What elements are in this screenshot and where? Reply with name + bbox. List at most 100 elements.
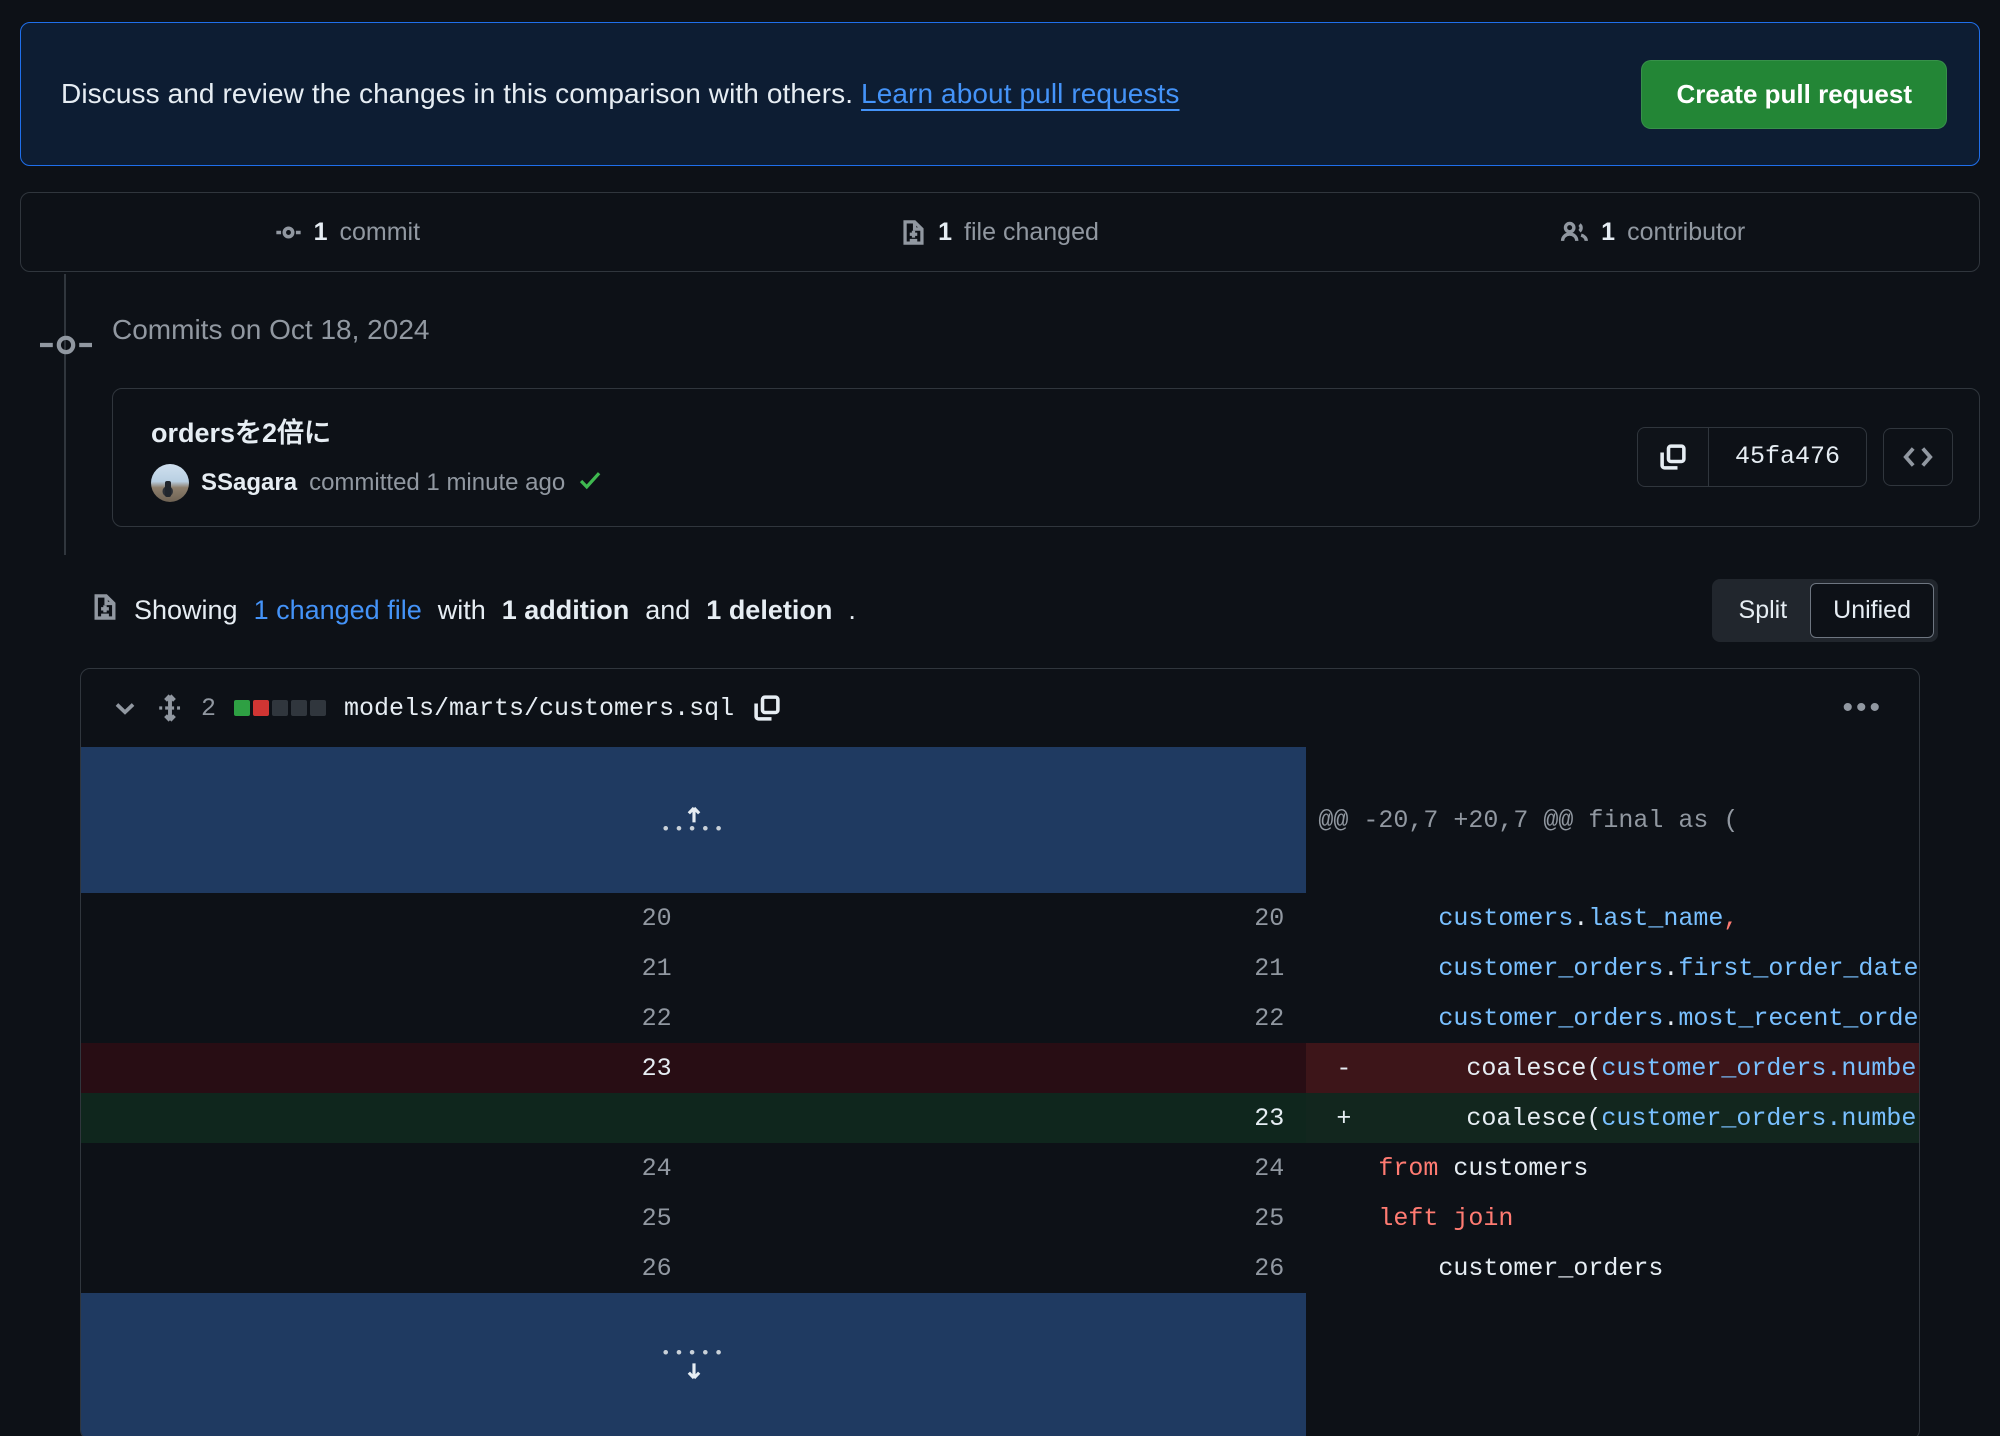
line-number-new[interactable]: 20 [693, 893, 1307, 943]
commit-time-text: committed 1 minute ago [309, 469, 566, 496]
diff-view-toggle: Split Unified [1711, 579, 1938, 642]
commit-message[interactable]: ordersを2倍に [151, 411, 603, 450]
file-diff-icon [901, 219, 926, 246]
line-number-new[interactable]: 23 [693, 1093, 1307, 1143]
line-number-new[interactable]: 22 [693, 993, 1307, 1043]
line-number-old[interactable]: 26 [81, 1243, 694, 1293]
expand-up-icon: ••••• [81, 805, 1306, 840]
line-number-old[interactable]: 23 [81, 1043, 694, 1093]
stat-contributors-label: contributor [1627, 217, 1746, 246]
expand-up-button[interactable]: ••••• [81, 747, 1307, 893]
line-number-new[interactable]: 25 [693, 1193, 1307, 1243]
table-row-deletion: 23 - coalesce(customer_orders.number_of_… [81, 1043, 1919, 1093]
commit-card-left: ordersを2倍に SSagara committed 1 minute ag… [151, 411, 603, 502]
commit-card: ordersを2倍に SSagara committed 1 minute ag… [112, 388, 1980, 527]
commit-sha-group: 45fa476 [1636, 426, 1867, 487]
table-row: 25 25 left join [81, 1193, 1919, 1243]
timeline-rail [64, 274, 66, 555]
commit-icon [275, 219, 302, 246]
compare-page: Discuss and review the changes in this c… [0, 22, 2000, 1436]
table-row: 22 22 customer_orders.most_recent_order_… [81, 993, 1919, 1043]
create-pr-banner: Discuss and review the changes in this c… [20, 22, 1980, 166]
file-path[interactable]: models/marts/customers.sql [344, 694, 734, 723]
showing-with: with [437, 595, 486, 625]
people-icon [1560, 219, 1589, 246]
code-line: customers.last_name, [1306, 893, 1919, 943]
diff-table: ••••• @@ -20,7 +20,7 @@ final as ( 20 20… [81, 747, 1919, 1436]
stat-commits[interactable]: 1 commit [21, 218, 674, 247]
line-number-new[interactable]: 24 [693, 1143, 1307, 1193]
commit-node-icon [40, 332, 92, 358]
expand-down-row: ••••• [81, 1293, 1919, 1436]
create-pull-request-button[interactable]: Create pull request [1641, 59, 1947, 129]
code-line: customer_orders.most_recent_order_date, [1306, 993, 1919, 1043]
line-number-old[interactable]: 20 [81, 893, 694, 943]
code-brackets-icon[interactable] [1883, 427, 1953, 486]
diff-summary-row: Showing 1 changed file with 1 addition a… [20, 579, 1980, 642]
code-line: customer_orders.first_order_date, [1306, 943, 1919, 993]
stat-files-label: file changed [964, 217, 1099, 246]
copy-icon[interactable] [1637, 427, 1709, 486]
hunk-header-text: @@ -20,7 +20,7 @@ final as ( [1306, 747, 1919, 893]
file-diff-icon [92, 592, 118, 629]
expand-dots: ••••• [660, 1345, 727, 1364]
code-line: from customers [1306, 1143, 1919, 1193]
learn-about-pull-requests-link[interactable]: Learn about pull requests [861, 78, 1180, 109]
copy-icon[interactable] [752, 693, 782, 723]
file-change-count: 2 [201, 693, 217, 723]
diff-summary: Showing 1 changed file with 1 addition a… [92, 592, 856, 629]
banner-message: Discuss and review the changes in this c… [61, 78, 1180, 110]
chevron-down-icon[interactable] [111, 694, 139, 722]
commit-author[interactable]: SSagara [201, 469, 297, 497]
changed-file-link[interactable]: 1 changed file [254, 595, 422, 626]
diffstat-block-neutral [291, 700, 308, 716]
diffstat-block-neutral [272, 700, 289, 716]
code-line: - coalesce(customer_orders.number_of_ord… [1306, 1043, 1919, 1093]
file-header-left: 2 models/marts/customers.sql [111, 693, 782, 723]
tab-unified-view[interactable]: Unified [1810, 583, 1934, 638]
line-number-new[interactable]: 21 [693, 943, 1307, 993]
expand-dots: ••••• [660, 821, 727, 840]
table-row: 26 26 customer_orders [81, 1243, 1919, 1293]
line-number-new[interactable]: 26 [693, 1243, 1307, 1293]
stat-contributors-count: 1 [1601, 217, 1616, 246]
deletions-count: 1 deletion [706, 595, 833, 625]
diffstat-blocks [234, 700, 327, 716]
line-number-old[interactable]: 24 [81, 1143, 694, 1193]
expand-down-button[interactable]: ••••• [81, 1293, 1307, 1436]
commit-sha[interactable]: 45fa476 [1709, 428, 1866, 486]
line-number-old[interactable]: 22 [81, 993, 694, 1043]
showing-and: and [645, 595, 691, 625]
commit-meta: SSagara committed 1 minute ago [151, 464, 603, 502]
kebab-menu-icon[interactable]: ••• [1832, 691, 1893, 725]
line-number-old[interactable] [81, 1093, 694, 1143]
avatar[interactable] [151, 464, 189, 502]
drag-handle-icon[interactable] [157, 693, 183, 723]
commits-date-heading: Commits on Oct 18, 2024 [112, 314, 430, 345]
showing-period: . [848, 595, 856, 625]
expand-down-icon: ••••• [81, 1345, 1306, 1381]
stat-files-count: 1 [938, 217, 953, 246]
diffstat-block-del [253, 700, 270, 716]
file-diff-header: 2 models/marts/customers.sql ••• [81, 669, 1919, 747]
additions-count: 1 addition [501, 595, 630, 625]
tab-split-view[interactable]: Split [1716, 583, 1811, 638]
code-line: customer_orders [1306, 1243, 1919, 1293]
table-row-addition: 23 + coalesce(customer_orders.number_of_… [81, 1093, 1919, 1143]
line-number-old[interactable]: 25 [81, 1193, 694, 1243]
code-line: left join [1306, 1193, 1919, 1243]
check-success-icon[interactable] [577, 467, 603, 500]
commits-section: Commits on Oct 18, 2024 ordersを2倍に SSaga… [20, 274, 1980, 555]
line-number-new[interactable] [693, 1043, 1307, 1093]
diffstat-block-add [234, 700, 251, 716]
code-line: + coalesce(customer_orders.number_of_ord… [1306, 1093, 1919, 1143]
stat-commits-count: 1 [313, 217, 328, 246]
line-number-old[interactable]: 21 [81, 943, 694, 993]
table-row: 21 21 customer_orders.first_order_date, [81, 943, 1919, 993]
stat-files-changed[interactable]: 1 file changed [674, 218, 1327, 247]
hunk-header-row: ••••• @@ -20,7 +20,7 @@ final as ( [81, 747, 1919, 893]
stat-contributors[interactable]: 1 contributor [1326, 218, 1979, 247]
showing-prefix: Showing [134, 595, 238, 625]
diffstat-block-neutral [310, 700, 327, 716]
table-row: 24 24 from customers [81, 1143, 1919, 1193]
